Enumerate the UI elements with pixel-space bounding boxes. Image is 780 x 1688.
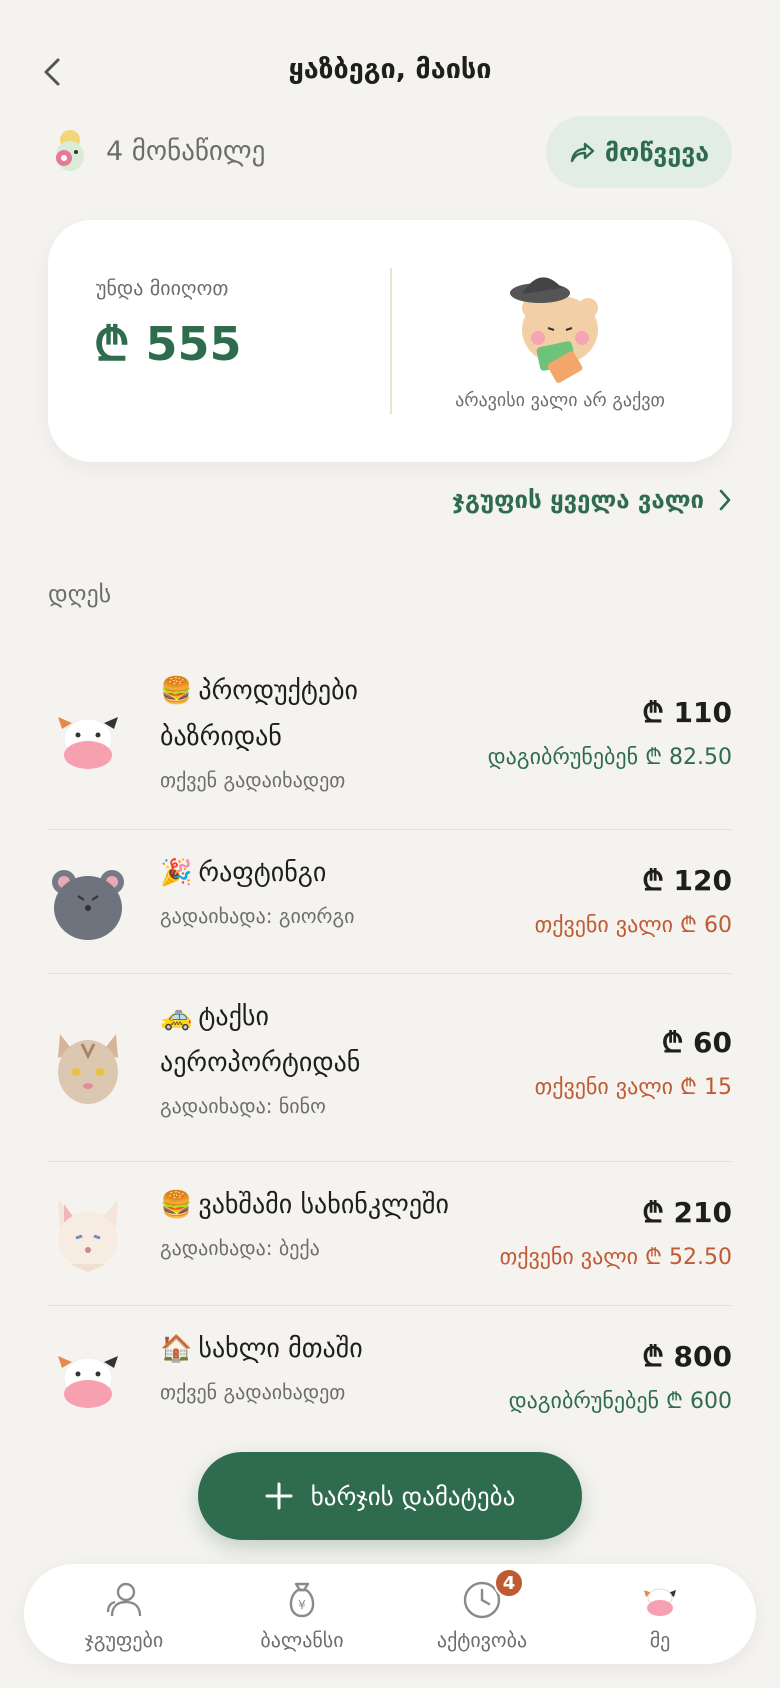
expense-total: ₾ 120 — [642, 864, 732, 897]
expense-emoji: 🚕 — [160, 1002, 193, 1032]
balance-card: უნდა მიიღოთ ₾ 555 არავისი ვალი არ გაქვთ — [48, 220, 732, 462]
expense-item[interactable]: 🚕 ტაქსი აეროპორტიდან გადაიხადა: ნინო ₾ 60… — [48, 974, 732, 1162]
expense-payer: გადაიხადა: გიორგი — [160, 904, 355, 928]
expense-item[interactable]: 🏠 სახლი მთაში თქვენ გადაიხადეთ ₾ 800 დაგი… — [48, 1306, 732, 1450]
expense-total: ₾ 60 — [661, 1026, 732, 1059]
expense-total: ₾ 800 — [642, 1340, 732, 1373]
add-expense-button[interactable]: ხარჯის დამატება — [198, 1452, 582, 1540]
cow-avatar-icon — [58, 1356, 118, 1408]
expense-item[interactable]: 🎉 რაფტინგი გადაიხადა: გიორგი ₾ 120 თქვენი… — [48, 830, 732, 974]
expense-status: დაგიბრუნებენ ₾ 600 — [508, 1389, 732, 1414]
bottom-nav: ჯგუფები ¥ ბალანსი 4 აქტივობა მე — [24, 1564, 756, 1664]
card-divider — [390, 268, 392, 414]
expense-text: 🏠 სახლი მთაში თქვენ გადაიხადეთ — [160, 1326, 460, 1412]
expense-payer: გადაიხადა: ბექა — [160, 1236, 320, 1260]
expense-text: 🍔 პროდუქტები ბაზრიდან თქვენ გადაიხადეთ — [160, 668, 460, 800]
members-count: 4 მონაწილე — [106, 136, 266, 167]
owed-label: უნდა მიიღოთ — [96, 276, 229, 300]
expense-list: 🍔 პროდუქტები ბაზრიდან თქვენ გადაიხადეთ ₾ … — [48, 648, 732, 1450]
expense-amounts: ₾ 120 თქვენი ვალი ₾ 60 — [535, 858, 732, 948]
expense-amounts: ₾ 210 თქვენი ვალი ₾ 52.50 — [500, 1190, 732, 1280]
fox-avatar-icon — [58, 1199, 118, 1272]
expense-status: თქვენი ვალი ₾ 52.50 — [499, 1245, 732, 1270]
bear-with-money-illustration — [510, 277, 598, 383]
members-row: 4 მონაწილე მოწვევა — [48, 116, 732, 188]
cat-avatar-icon — [58, 1033, 118, 1104]
expense-payer: თქვენ გადაიხადეთ — [160, 768, 346, 792]
all-debts-link[interactable]: ჯგუფის ყველა ვალი — [452, 478, 732, 522]
expense-title: 🍔 ვახშამი სახინკლეში — [160, 1190, 449, 1220]
nav-label-me: მე — [649, 1628, 671, 1652]
svg-text:¥: ¥ — [298, 1598, 306, 1612]
nav-item-me[interactable]: მე — [580, 1578, 740, 1658]
share-arrow-icon — [570, 142, 595, 163]
expense-amounts: ₾ 110 დაგიბრუნებენ ₾ 82.50 — [488, 690, 732, 780]
owed-amount: ₾ 555 — [94, 317, 242, 371]
expense-emoji: 🏠 — [160, 1334, 193, 1364]
expense-total: ₾ 110 — [642, 696, 732, 729]
nav-label-activity: აქტივობა — [436, 1628, 528, 1652]
expense-title: 🍔 პროდუქტები ბაზრიდან — [160, 676, 359, 752]
mouse-avatar-icon — [52, 869, 124, 940]
expense-text: 🎉 რაფტინგი გადაიხადა: გიორგი — [160, 850, 460, 936]
expense-status: დაგიბრუნებენ ₾ 82.50 — [487, 745, 732, 770]
nav-item-groups[interactable]: ჯგუფები — [44, 1578, 204, 1658]
cow-avatar-icon — [58, 716, 118, 769]
expense-title: 🚕 ტაქსი აეროპორტიდან — [160, 1002, 361, 1078]
expense-text: 🚕 ტაქსი აეროპორტიდან გადაიხადა: ნინო — [160, 994, 460, 1126]
expense-status: თქვენი ვალი ₾ 60 — [534, 913, 732, 938]
plus-icon — [265, 1482, 293, 1510]
expense-item[interactable]: 🍔 პროდუქტები ბაზრიდან თქვენ გადაიხადეთ ₾ … — [48, 648, 732, 830]
nav-label-balance: ბალანსი — [260, 1628, 344, 1652]
no-debt-text: არავისი ვალი არ გაქვთ — [455, 390, 665, 411]
expense-text: 🍔 ვახშამი სახინკლეში გადაიხადა: ბექა — [160, 1182, 460, 1268]
expense-amounts: ₾ 800 დაგიბრუნებენ ₾ 600 — [509, 1334, 732, 1424]
expense-emoji: 🎉 — [160, 858, 193, 888]
chevron-right-icon — [719, 489, 731, 511]
cow-profile-icon — [644, 1588, 676, 1616]
money-bag-icon: ¥ — [289, 1582, 315, 1618]
expense-amounts: ₾ 60 თქვენი ვალი ₾ 15 — [535, 1020, 732, 1110]
nav-label-groups: ჯგუფები — [84, 1628, 164, 1652]
expense-item[interactable]: 🍔 ვახშამი სახინკლეში გადაიხადა: ბექა ₾ 21… — [48, 1162, 732, 1306]
expense-total: ₾ 210 — [642, 1196, 732, 1229]
nav-item-balance[interactable]: ¥ ბალანსი — [222, 1578, 382, 1658]
invite-label: მოწვევა — [604, 137, 710, 167]
expense-emoji: 🍔 — [160, 1190, 193, 1220]
page-title: ყაზბეგი, მაისი — [288, 54, 492, 85]
top-bar: ყაზბეგი, მაისი — [0, 40, 780, 106]
expense-payer: თქვენ გადაიხადეთ — [160, 1380, 346, 1404]
expense-emoji: 🍔 — [160, 676, 193, 706]
expense-title: 🎉 რაფტინგი — [160, 858, 327, 888]
add-expense-label: ხარჯის დამატება — [310, 1481, 516, 1511]
expense-title: 🏠 სახლი მთაში — [160, 1334, 363, 1364]
section-label-today: დღეს — [48, 580, 112, 608]
activity-badge: 4 — [494, 1568, 524, 1598]
all-debts-label: ჯგუფის ყველა ვალი — [452, 486, 704, 514]
nav-item-activity[interactable]: 4 აქტივობა — [402, 1568, 562, 1658]
users-icon — [106, 1582, 142, 1617]
invite-button[interactable]: მოწვევა — [546, 116, 732, 188]
expense-payer: გადაიხადა: ნინო — [160, 1094, 326, 1118]
expense-status: თქვენი ვალი ₾ 15 — [534, 1075, 732, 1100]
group-avatar-icon[interactable] — [48, 128, 92, 176]
